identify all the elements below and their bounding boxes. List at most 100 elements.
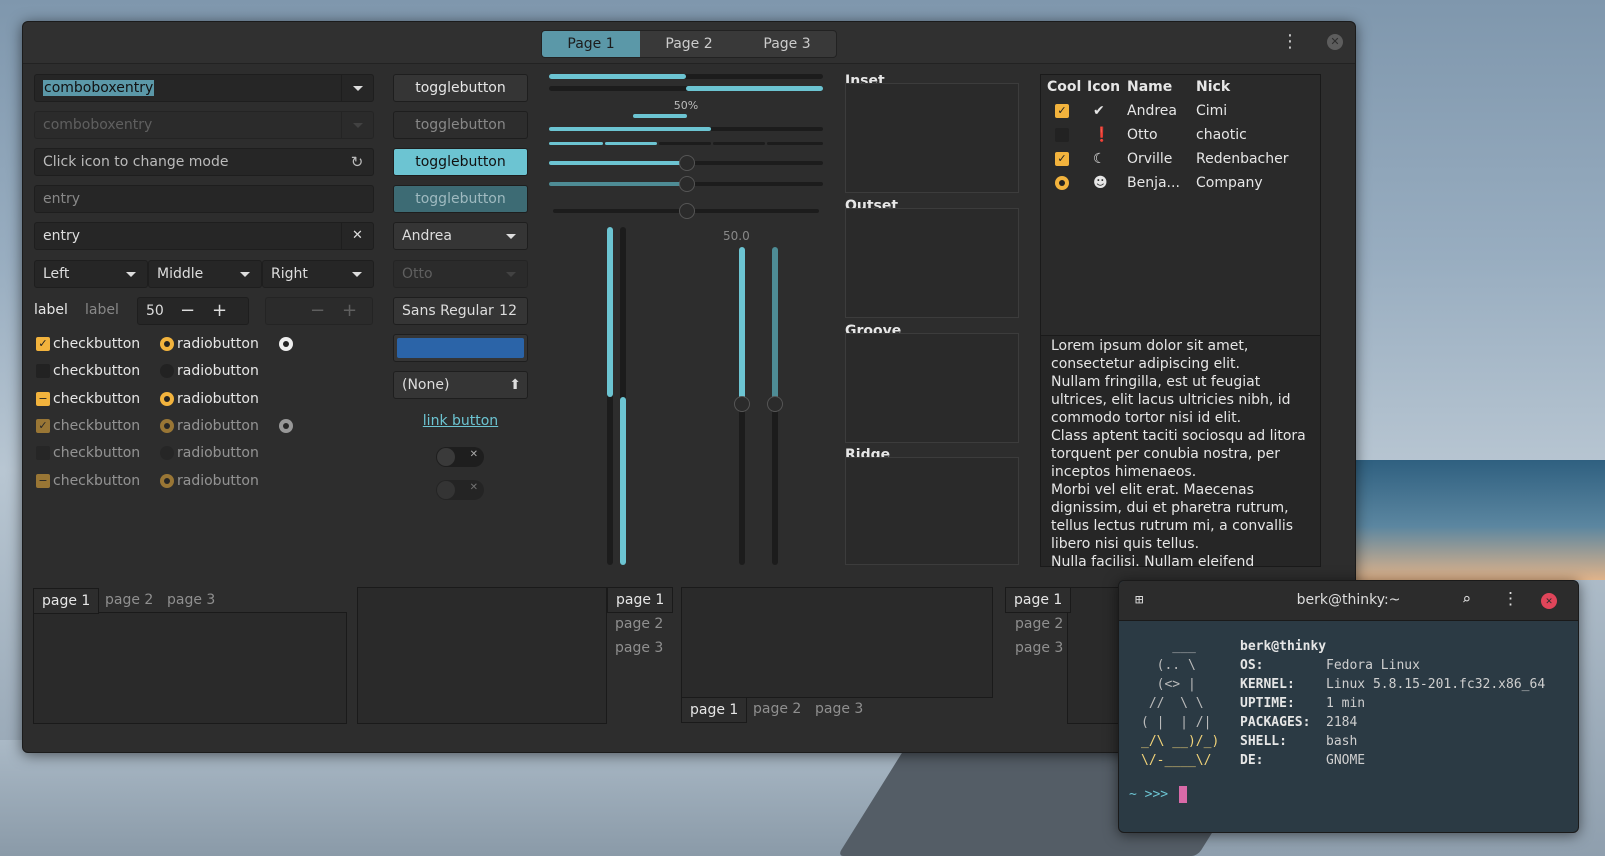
text-line: ultrices, elit lacus ultricies nibh, id [1051, 392, 1291, 408]
progress-bar-3 [549, 127, 823, 131]
notebook-tab[interactable]: page 3 [167, 588, 215, 612]
entry-text[interactable]: entry ✕ [34, 222, 374, 250]
spin-label: label [34, 302, 68, 318]
segment-left[interactable]: Left [34, 260, 148, 288]
chevron-down-icon [229, 261, 261, 287]
radio-label: radiobutton [177, 445, 259, 461]
progress-bar-2 [549, 86, 823, 91]
cool-radio[interactable] [1055, 176, 1069, 190]
tab-page-3[interactable]: Page 3 [738, 31, 836, 57]
header-bar: Page 1 Page 2 Page 3 ⋮ ✕ [23, 22, 1355, 64]
neofetch-label: KERNEL: [1240, 677, 1295, 692]
plus-icon: + [342, 300, 358, 321]
notebook-tab[interactable]: page 1 [681, 697, 748, 723]
radio-unselected-disabled [160, 446, 174, 460]
row-nick: chaotic [1196, 127, 1247, 143]
column-cool[interactable]: Cool [1047, 77, 1081, 97]
neofetch-value: 1 min [1326, 696, 1366, 711]
close-icon[interactable]: ✕ [1327, 34, 1343, 50]
bug-icon: ☻ [1093, 175, 1108, 191]
checkbox-unchecked-disabled [36, 446, 50, 460]
radio-unselected[interactable] [160, 364, 174, 378]
link-button[interactable]: link button [393, 411, 528, 431]
cool-checkbox[interactable]: ✓ [1055, 152, 1069, 166]
notebook-tab[interactable]: page 1 [33, 588, 100, 614]
notebook-tab[interactable]: page 1 [1005, 587, 1072, 613]
ascii-art-line: ___ [1141, 639, 1196, 654]
close-icon[interactable]: ✕ [1541, 593, 1557, 609]
radio-label: radiobutton [177, 363, 259, 379]
neofetch-value: Fedora Linux [1326, 658, 1420, 673]
radio-mixed[interactable] [160, 392, 174, 406]
text-view[interactable]: Lorem ipsum dolor sit amet, consectetur … [1040, 335, 1321, 567]
progress-label: 50% [673, 99, 699, 112]
checkbox-mixed[interactable]: − [36, 392, 50, 406]
radio-selected[interactable] [160, 337, 174, 351]
text-line: Morbi vel elit erat. Maecenas [1051, 482, 1254, 498]
plus-icon[interactable]: + [212, 298, 227, 324]
text-line: dignissim, dui et pharetra rutrum, [1051, 500, 1289, 516]
radio-standalone[interactable] [279, 337, 293, 351]
menu-icon[interactable]: ⋮ [1281, 31, 1299, 52]
notebook-tab[interactable]: page 2 [1015, 612, 1063, 636]
scale-2[interactable] [549, 176, 823, 192]
mode-entry[interactable]: Click icon to change mode ↻ [34, 148, 374, 176]
clear-icon[interactable]: ✕ [341, 223, 373, 249]
text-line: tellus lectus rutrum mi, a convallis [1051, 518, 1294, 534]
refresh-icon[interactable]: ↻ [341, 149, 373, 175]
column-name[interactable]: Name [1127, 77, 1172, 97]
switch-disabled: ✕ [436, 480, 484, 500]
notebook-tab[interactable]: page 3 [1015, 636, 1063, 660]
chevron-down-icon [495, 223, 527, 249]
tab-page-2[interactable]: Page 2 [640, 31, 738, 57]
segment-middle[interactable]: Middle [148, 260, 262, 288]
checkbox-unchecked[interactable] [36, 364, 50, 378]
text-line: torquent per conubia nostra, per [1051, 446, 1280, 462]
checkbox-checked[interactable]: ✓ [36, 337, 50, 351]
togglebutton-3[interactable]: togglebutton [393, 148, 528, 176]
minus-icon: − [310, 300, 326, 321]
column-nick[interactable]: Nick [1196, 77, 1230, 97]
radio-mixed-disabled [160, 474, 174, 488]
segment-right[interactable]: Right [262, 260, 374, 288]
notebook-tab[interactable]: page 3 [815, 697, 863, 721]
chevron-down-icon [495, 261, 527, 287]
scale-value: 50.0 [723, 229, 750, 243]
color-button[interactable] [393, 334, 528, 362]
tab-page-1[interactable]: Page 1 [542, 31, 640, 57]
vertical-progress-1 [607, 227, 613, 565]
vertical-scale-2[interactable] [767, 247, 783, 565]
combo-box-disabled: Otto [393, 260, 528, 288]
vertical-scale-1[interactable] [734, 247, 750, 565]
file-chooser-button[interactable]: (None) ⬆ [393, 371, 528, 399]
neofetch-user: berk@thinky [1240, 639, 1327, 654]
cool-checkbox[interactable] [1055, 128, 1069, 142]
notebook-right [357, 587, 607, 724]
scale-marks[interactable] [553, 203, 819, 219]
togglebutton-1[interactable]: togglebutton [393, 74, 528, 102]
notebook-tab[interactable]: page 1 [607, 587, 674, 613]
text-line: commodo tortor nisi id elit. [1051, 410, 1242, 426]
search-icon[interactable]: ⌕ [1462, 590, 1471, 608]
minus-icon[interactable]: − [180, 298, 195, 324]
entry-placeholder[interactable]: entry [34, 185, 374, 213]
combobox-entry-1[interactable]: comboboxentry [34, 74, 374, 102]
neofetch-label: PACKAGES: [1240, 715, 1311, 730]
notebook-tab[interactable]: page 2 [615, 612, 663, 636]
scale-1[interactable] [549, 155, 823, 171]
moon-icon: ☾ [1093, 151, 1106, 167]
switch-off[interactable]: ✕ [436, 447, 484, 467]
neofetch-value: GNOME [1326, 753, 1366, 768]
spin-button[interactable]: 50− + [137, 297, 249, 325]
notebook-tab[interactable]: page 2 [753, 697, 801, 721]
chevron-down-icon[interactable] [341, 75, 373, 101]
terminal-cursor[interactable] [1179, 786, 1187, 803]
cool-checkbox[interactable]: ✓ [1055, 104, 1069, 118]
notebook-tab[interactable]: page 2 [105, 588, 153, 612]
column-icon[interactable]: Icon [1087, 77, 1120, 97]
font-button[interactable]: Sans Regular 12 [393, 297, 528, 325]
row-nick: Cimi [1196, 103, 1228, 119]
notebook-tab[interactable]: page 3 [615, 636, 663, 660]
combo-box[interactable]: Andrea [393, 222, 528, 250]
menu-icon[interactable]: ⋮ [1502, 589, 1519, 609]
